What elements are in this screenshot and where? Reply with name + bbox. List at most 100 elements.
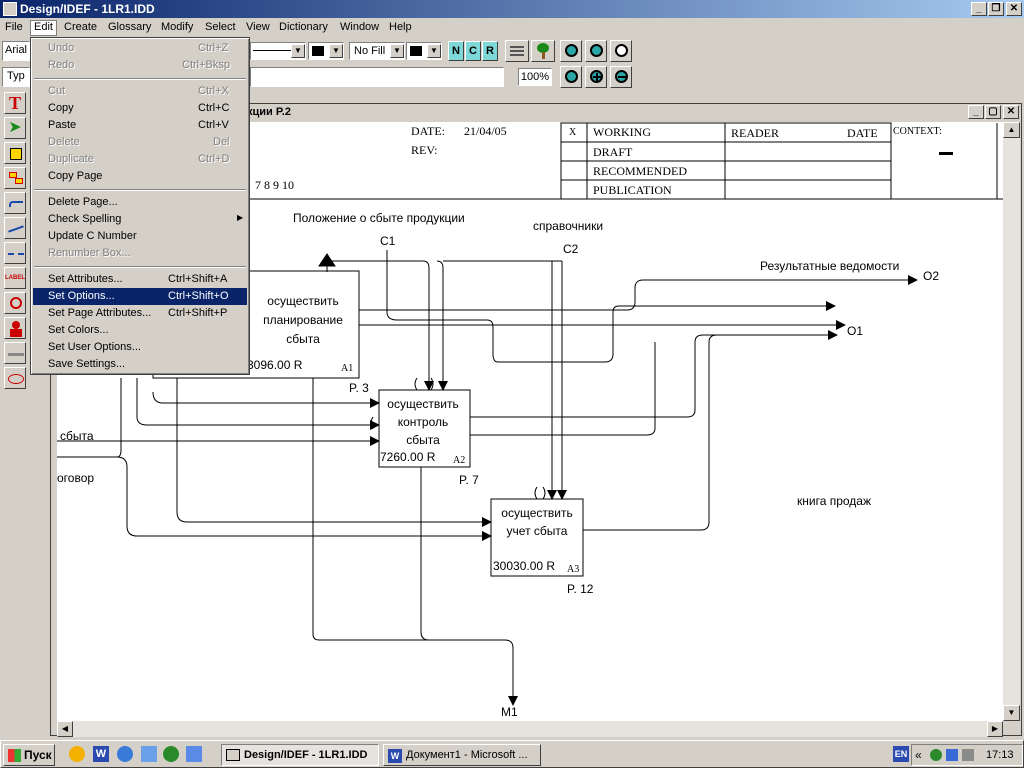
menu-item-set-page-attributes[interactable]: Set Page Attributes... Ctrl+Shift+P [33, 305, 247, 322]
menu-help[interactable]: Help [389, 21, 412, 33]
activity-box-a2[interactable]: осуществить контроль сбыта 7260.00 R A2 [378, 389, 471, 468]
menu-item-set-user-options[interactable]: Set User Options... [33, 339, 247, 356]
restore-button[interactable]: ❐ [988, 2, 1004, 16]
menu-glossary[interactable]: Glossary [108, 21, 151, 33]
scroll-left-button[interactable]: ◀ [57, 721, 73, 737]
task-word-document[interactable]: W Документ1 - Microsoft ... [383, 744, 541, 766]
chevron-left-icon[interactable]: « [915, 748, 922, 762]
menu-select[interactable]: Select [205, 21, 236, 33]
zoom-out-icon[interactable] [610, 66, 632, 88]
zoom-in-icon[interactable] [585, 66, 607, 88]
person-tool-icon[interactable] [4, 317, 26, 339]
task-design-idef[interactable]: Design/IDEF - 1LR1.IDD [221, 744, 379, 766]
menu-item-copy-page[interactable]: Copy Page [33, 168, 247, 185]
menu-window[interactable]: Window [340, 21, 379, 33]
squiggle-tool-icon[interactable] [4, 217, 26, 239]
menu-create[interactable]: Create [64, 21, 97, 33]
fill-color-select[interactable]: ▼ [406, 42, 442, 60]
tray-monitor-icon[interactable] [946, 749, 958, 761]
update-c-number-label: Update C Number [48, 230, 137, 242]
quicklaunch-outlook-icon[interactable] [69, 746, 85, 762]
box-tool-icon[interactable] [4, 142, 26, 164]
menu-dictionary[interactable]: Dictionary [279, 21, 328, 33]
menu-item-cut[interactable]: Cut Ctrl+X [33, 83, 247, 100]
line-style-select[interactable]: ▼ [250, 42, 306, 60]
doc-restore-button[interactable]: ▢ [985, 105, 1001, 119]
menu-item-update-c-number[interactable]: Update C Number [33, 228, 247, 245]
menu-item-duplicate[interactable]: Duplicate Ctrl+D [33, 151, 247, 168]
menu-item-check-spelling[interactable]: Check Spelling ▶ [33, 211, 247, 228]
menu-item-delete[interactable]: Delete Del [33, 134, 247, 151]
chevron-down-icon[interactable]: ▼ [291, 44, 305, 58]
scroll-right-button[interactable]: ▶ [987, 721, 1003, 737]
minimize-button[interactable]: _ [971, 2, 987, 16]
menu-item-copy[interactable]: Copy Ctrl+C [33, 100, 247, 117]
loop-tool-icon[interactable] [4, 292, 26, 314]
doc-minimize-button[interactable]: _ [968, 105, 984, 119]
quicklaunch-app-icon[interactable] [141, 746, 157, 762]
zoom-page-icon[interactable] [560, 40, 582, 62]
text-input[interactable] [250, 67, 504, 87]
r-mode-button[interactable]: R [482, 41, 498, 61]
font-select[interactable]: Arial [2, 41, 30, 61]
pointer-tool-icon[interactable]: ➤ [4, 117, 26, 139]
list-icon[interactable] [505, 40, 529, 62]
language-indicator[interactable]: EN [893, 746, 909, 762]
menu-item-paste[interactable]: Paste Ctrl+V [33, 117, 247, 134]
menu-view[interactable]: View [246, 21, 270, 33]
menu-item-delete-page[interactable]: Delete Page... [33, 194, 247, 211]
clock[interactable]: 17:13 [986, 749, 1014, 761]
ellipse-tool-icon[interactable] [4, 367, 26, 389]
scroll-down-button[interactable]: ▼ [1003, 705, 1020, 721]
menu-modify[interactable]: Modify [161, 21, 193, 33]
zoom-window-icon[interactable] [610, 40, 632, 62]
type-field[interactable]: Typ [2, 67, 30, 87]
quicklaunch-word-icon[interactable]: W [93, 746, 109, 762]
menu-file[interactable]: File [5, 21, 23, 33]
chevron-down-icon[interactable]: ▼ [329, 44, 343, 58]
tray-network-icon[interactable] [930, 749, 942, 761]
tray-speaker-icon[interactable] [962, 749, 974, 761]
set-user-options-label: Set User Options... [48, 341, 141, 353]
fill-select[interactable]: No Fill ▼ [349, 42, 405, 60]
save-settings-label: Save Settings... [48, 358, 126, 370]
close-button[interactable]: ✕ [1006, 2, 1022, 16]
doc-close-button[interactable]: ✕ [1003, 105, 1019, 119]
quicklaunch-desktop-icon[interactable] [186, 746, 202, 762]
box-a3-line1: осуществить [501, 506, 572, 520]
start-button[interactable]: Пуск [3, 744, 55, 766]
menu-item-save-settings[interactable]: Save Settings... [33, 356, 247, 373]
menu-item-undo[interactable]: Undo Ctrl+Z [33, 40, 247, 57]
quicklaunch-ie-icon[interactable] [117, 746, 133, 762]
tree-icon[interactable] [531, 40, 555, 62]
task-word-label: Документ1 - Microsoft ... [406, 749, 528, 761]
scroll-up-button[interactable]: ▲ [1003, 122, 1020, 138]
paste-shortcut: Ctrl+V [198, 119, 229, 131]
c-mode-button[interactable]: C [465, 41, 481, 61]
node-tool-icon[interactable] [4, 167, 26, 189]
text-tool-icon[interactable]: T [4, 92, 26, 114]
activity-box-a3[interactable]: осуществить учет сбыта 30030.00 R A3 [490, 498, 584, 577]
menu-item-renumber-box[interactable]: Renumber Box... [33, 245, 247, 262]
arrow-tool-icon[interactable] [4, 192, 26, 214]
quicklaunch-media-icon[interactable] [163, 746, 179, 762]
zoom-100-icon[interactable] [560, 66, 582, 88]
line-color-select[interactable]: ▼ [308, 42, 344, 60]
menu-edit[interactable]: Edit [30, 20, 57, 36]
ruler-tool-icon[interactable] [4, 342, 26, 364]
zoom-fit-icon[interactable] [585, 40, 607, 62]
vertical-scrollbar[interactable]: ▲ ▼ [1003, 122, 1020, 721]
label-tool-icon[interactable]: LABEL [4, 267, 26, 289]
menu-item-set-options[interactable]: Set Options... Ctrl+Shift+O [33, 288, 247, 305]
app-icon[interactable] [3, 2, 17, 16]
n-mode-button[interactable]: N [448, 41, 464, 61]
zoom-field[interactable]: 100% [518, 68, 552, 86]
menu-item-set-attributes[interactable]: Set Attributes... Ctrl+Shift+A [33, 271, 247, 288]
chevron-down-icon[interactable]: ▼ [390, 44, 404, 58]
chevron-down-icon[interactable]: ▼ [427, 44, 441, 58]
horizontal-scrollbar[interactable]: ◀ ▶ [57, 721, 1003, 737]
menu-item-redo[interactable]: Redo Ctrl+Bksp [33, 57, 247, 74]
menu-item-set-colors[interactable]: Set Colors... [33, 322, 247, 339]
copy-shortcut: Ctrl+C [198, 102, 230, 114]
tunnel-tool-icon[interactable] [4, 242, 26, 264]
